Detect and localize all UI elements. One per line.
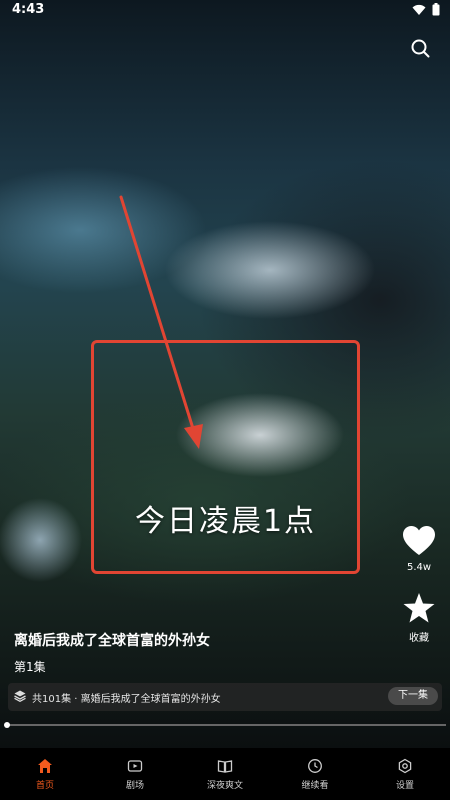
tab-label-home: 首页 (35, 781, 54, 791)
search-button[interactable] (408, 36, 434, 62)
next-episode-button[interactable]: 下一集 (388, 687, 438, 705)
home-icon (38, 759, 52, 773)
book-icon (217, 760, 233, 773)
settings-icon (398, 758, 412, 774)
video-subtitle: 今日凌晨1点 (134, 504, 317, 539)
bottom-tab-bar: 首页 剧场 深夜爽文 继续看 设置 (0, 748, 450, 800)
tab-label-settings: 设置 (395, 781, 414, 791)
like-count: 5.4w (406, 562, 432, 573)
status-time: 4:43 (12, 2, 45, 17)
battery-icon (432, 3, 440, 16)
progress-bar[interactable] (4, 722, 446, 728)
tab-home[interactable]: 首页 (0, 748, 90, 791)
like-button[interactable]: 5.4w (396, 526, 442, 573)
tab-label-night-reading: 深夜爽文 (206, 781, 243, 791)
tab-label-theater: 剧场 (125, 781, 144, 791)
episode-label: 第1集 (14, 660, 46, 674)
series-bar[interactable]: 共101集 · 离婚后我成了全球首富的外孙女 下一集 (8, 683, 442, 711)
drama-title[interactable]: 离婚后我成了全球首富的外孙女 (14, 630, 210, 650)
wifi-icon (412, 4, 426, 15)
favorite-label: 收藏 (409, 633, 429, 644)
tab-night-reading[interactable]: 深夜爽文 (180, 748, 270, 791)
theater-icon (127, 760, 143, 772)
tab-theater[interactable]: 剧场 (90, 748, 180, 791)
progress-knob[interactable] (4, 722, 10, 728)
tab-settings[interactable]: 设置 (360, 748, 450, 791)
layers-icon (14, 690, 26, 702)
star-icon (403, 593, 435, 623)
tab-label-continue-watching: 继续看 (301, 781, 329, 791)
status-bar: 4:43 (0, 0, 450, 20)
heart-icon (403, 526, 435, 555)
status-icons (412, 3, 440, 16)
tab-continue-watching[interactable]: 继续看 (270, 748, 360, 791)
clock-icon (308, 759, 322, 773)
search-icon (411, 39, 430, 58)
series-info: 共101集 · 离婚后我成了全球首富的外孙女 (32, 694, 221, 705)
favorite-button[interactable]: 收藏 (396, 593, 442, 644)
side-actions: 5.4w 收藏 (396, 526, 442, 664)
